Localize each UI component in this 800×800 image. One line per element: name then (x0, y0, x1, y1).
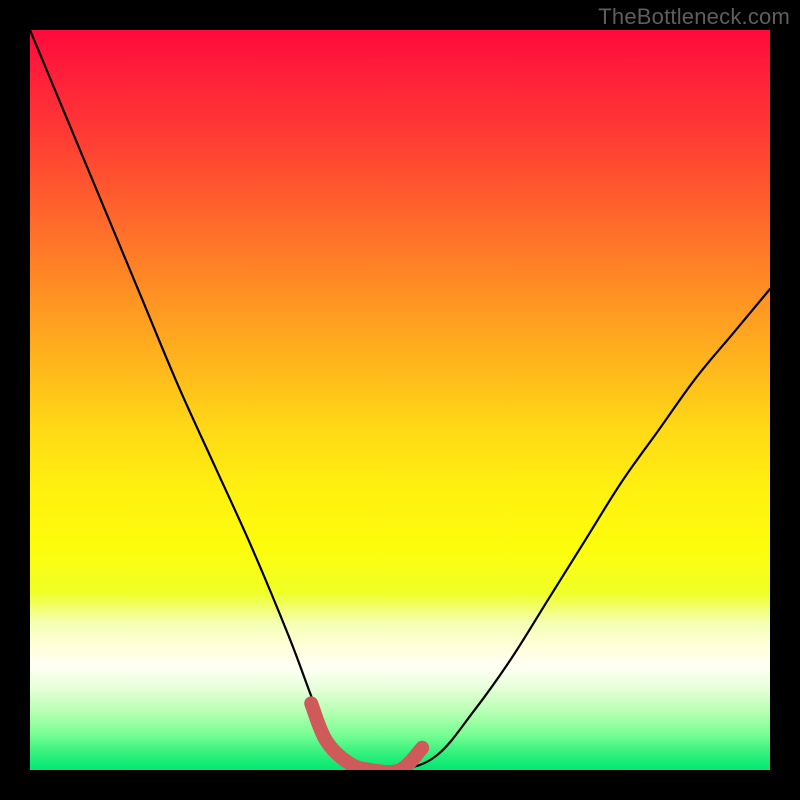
plot-area (30, 30, 770, 770)
bottleneck-curve (30, 30, 770, 770)
optimal-range-highlight (311, 703, 422, 770)
watermark-text: TheBottleneck.com (598, 4, 790, 30)
chart-frame: TheBottleneck.com (0, 0, 800, 800)
curve-layer (30, 30, 770, 770)
